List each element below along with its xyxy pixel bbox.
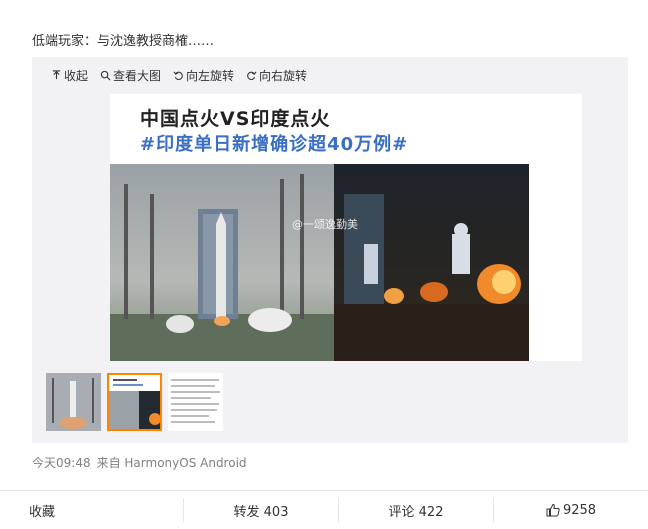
- favorite-label: 收藏: [29, 504, 56, 520]
- repost-button[interactable]: 转发 403: [183, 498, 338, 522]
- post-time[interactable]: 今天09:48: [32, 456, 91, 470]
- comment-button[interactable]: 评论 422: [338, 498, 493, 522]
- thumbs-up-icon: [546, 503, 560, 517]
- collapse-button[interactable]: 收起: [51, 67, 88, 84]
- thumbnail-3[interactable]: [168, 373, 223, 431]
- search-icon: [100, 70, 111, 80]
- thumbnail-strip: [46, 373, 229, 431]
- post-source: 来自 HarmonyOS Android: [96, 456, 247, 470]
- thumbnail-1[interactable]: [46, 373, 101, 431]
- rocket-launch-photo: [110, 164, 334, 361]
- repost-label: 转发 403: [233, 504, 289, 520]
- image-watermark: @一颂逸勤美: [292, 218, 358, 231]
- thumbnail-2-selected[interactable]: [107, 373, 162, 431]
- arrow-up-icon: [52, 69, 61, 79]
- like-count: 9258: [562, 502, 597, 518]
- image-title-line2: #印度单日新增确诊超40万例#: [140, 134, 409, 155]
- comment-label: 评论 422: [388, 504, 444, 520]
- rotate-right-button[interactable]: 向右旋转: [246, 67, 307, 84]
- media-box: 收起 查看大图 向左旋转 向右旋转 中国点火VS印度点火 #印度单日新增确诊超4…: [32, 57, 628, 443]
- view-large-label: 查看大图: [113, 68, 162, 83]
- action-bar: 收藏 转发 403 评论 422 9258: [0, 490, 648, 529]
- rotate-left-button[interactable]: 向左旋转: [173, 67, 234, 84]
- collapse-label: 收起: [64, 68, 89, 83]
- view-large-button[interactable]: 查看大图: [100, 67, 161, 84]
- post-meta: 今天09:48 来自 HarmonyOS Android: [32, 454, 247, 471]
- image-toolbar: 收起 查看大图 向左旋转 向右旋转: [32, 65, 319, 85]
- favorite-button[interactable]: 收藏: [0, 498, 183, 522]
- rotate-left-label: 向左旋转: [186, 68, 235, 83]
- rotate-left-icon: [173, 70, 183, 80]
- main-image[interactable]: 中国点火VS印度点火 #印度单日新增确诊超40万例# @一颂逸勤美: [110, 94, 582, 361]
- image-title-line1: 中国点火VS印度点火: [140, 108, 331, 130]
- post-text: 低端玩家：与沈逸教授商榷……: [32, 34, 215, 49]
- rotate-right-icon: [247, 70, 257, 80]
- fire-photo: [334, 164, 529, 361]
- rotate-right-label: 向右旋转: [259, 68, 308, 83]
- like-button[interactable]: 9258: [493, 498, 648, 522]
